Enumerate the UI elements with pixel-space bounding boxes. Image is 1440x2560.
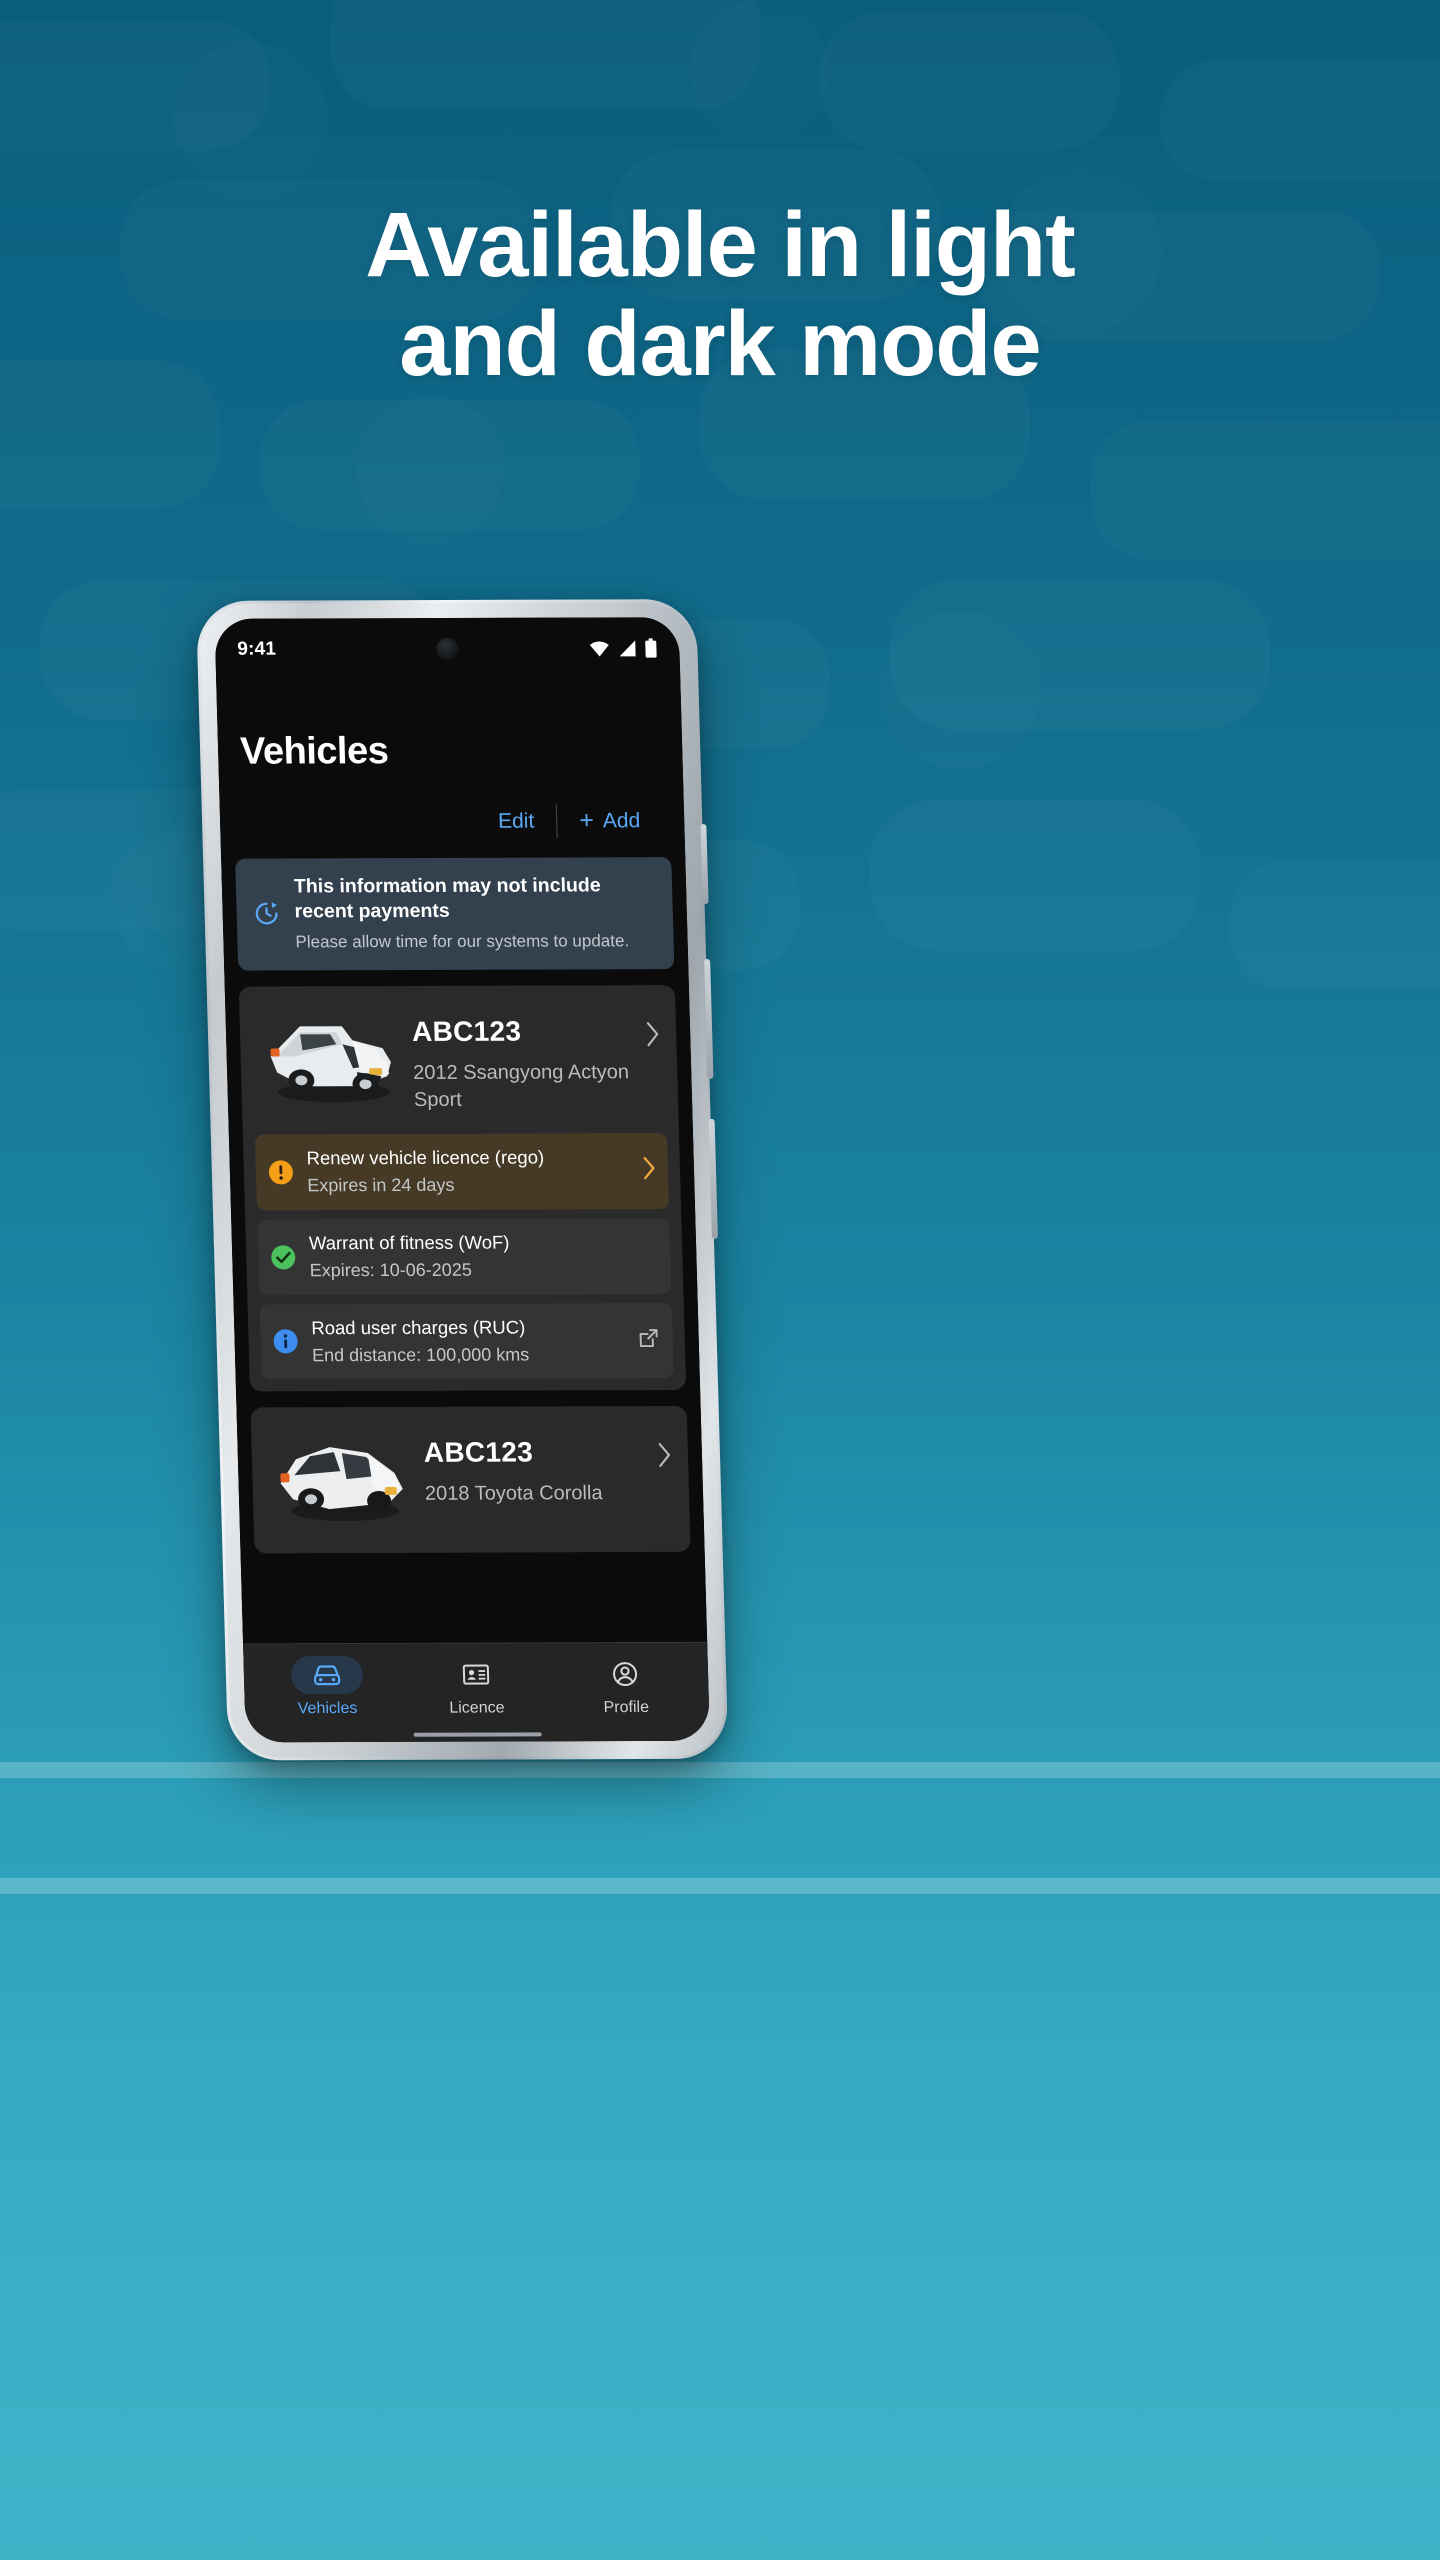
vehicle-card-header[interactable]: ABC123 2018 Toyota Corolla <box>263 1418 679 1541</box>
status-row-subtitle: Expires: 10-06-2025 <box>309 1259 473 1281</box>
vehicle-description: 2018 Toyota Corolla <box>424 1482 603 1506</box>
vehicle-description: 2012 Ssangyong Actyon Sport <box>412 1061 630 1111</box>
vehicle-card[interactable]: ABC123 2018 Toyota Corolla <box>250 1406 691 1554</box>
nav-label-vehicles: Vehicles <box>297 1699 358 1718</box>
nav-active-pill <box>290 1655 364 1695</box>
refresh-clock-icon <box>255 902 278 925</box>
chevron-right-icon[interactable] <box>643 1156 657 1185</box>
nav-item-licence[interactable]: Licence <box>401 1655 552 1717</box>
promo-headline: Available in light and dark mode <box>0 194 1440 396</box>
car-icon <box>313 1665 340 1686</box>
vehicle-plate: ABC123 <box>423 1436 534 1469</box>
status-row-ruc[interactable]: Road user charges (RUC) End distance: 10… <box>259 1302 674 1380</box>
nav-pill <box>439 1655 512 1693</box>
nav-label-profile: Profile <box>603 1698 650 1717</box>
add-button-label: Add <box>602 808 641 832</box>
bottom-navigation: Vehicles Licence Profile <box>243 1642 710 1725</box>
nav-item-vehicles[interactable]: Vehicles <box>251 1655 402 1718</box>
chevron-right-icon[interactable] <box>645 1003 660 1052</box>
nav-pill <box>589 1655 662 1693</box>
warning-exclamation-icon <box>268 1160 293 1185</box>
status-row-subtitle: Expires in 24 days <box>307 1174 455 1196</box>
banner-title: This information may not include recent … <box>293 874 601 923</box>
add-button[interactable]: + Add <box>557 802 663 839</box>
status-bar-time: 9:41 <box>236 638 277 660</box>
home-indicator[interactable] <box>413 1732 542 1737</box>
id-card-icon <box>462 1664 490 1685</box>
status-row-title: Renew vehicle licence (rego) <box>306 1146 545 1169</box>
banner-subtitle: Please allow time for our systems to upd… <box>295 931 630 952</box>
status-row-title: Road user charges (RUC) <box>310 1316 526 1338</box>
wifi-icon <box>589 641 609 657</box>
front-camera <box>436 637 459 661</box>
phone-screen: 9:41 Vehicles Edit + Add This informatio… <box>214 617 710 1743</box>
info-circle-icon <box>273 1329 298 1354</box>
status-row-title: Warrant of fitness (WoF) <box>308 1231 510 1254</box>
vehicle-card-header[interactable]: ABC123 2012 Ssangyong Actyon Sport <box>251 997 667 1125</box>
person-circle-icon <box>613 1662 638 1687</box>
status-row-rego[interactable]: Renew vehicle licence (rego) Expires in … <box>254 1133 670 1211</box>
check-circle-icon <box>271 1244 296 1269</box>
phone-mockup: 9:41 Vehicles Edit + Add This informatio… <box>195 599 729 1761</box>
page-title: Vehicles <box>239 730 389 773</box>
header-actions: Edit + Add <box>234 802 671 841</box>
edit-button[interactable]: Edit <box>476 803 557 839</box>
nav-item-profile[interactable]: Profile <box>550 1655 701 1717</box>
info-banner: This information may not include recent … <box>235 857 675 971</box>
nav-label-licence: Licence <box>449 1699 505 1717</box>
background-band-lower <box>0 1878 1440 1894</box>
battery-icon <box>645 638 657 658</box>
vehicle-plate: ABC123 <box>411 1015 522 1048</box>
background-band-upper <box>0 1762 1440 1778</box>
headline-line-1: Available in light <box>365 194 1076 296</box>
chevron-right-icon[interactable] <box>657 1424 672 1473</box>
headline-line-2: and dark mode <box>399 293 1041 396</box>
plus-icon: + <box>578 806 595 835</box>
white-hatchback-car-image <box>267 1425 420 1529</box>
app-content: Vehicles Edit + Add This information may… <box>215 667 708 1644</box>
vehicle-card[interactable]: ABC123 2012 Ssangyong Actyon Sport Renew… <box>238 985 687 1392</box>
status-row-subtitle: End distance: 100,000 kms <box>311 1344 530 1365</box>
external-link-icon[interactable] <box>636 1326 661 1355</box>
cellular-signal-icon <box>619 640 636 657</box>
white-pickup-truck-image <box>255 1004 408 1108</box>
status-row-wof[interactable]: Warrant of fitness (WoF) Expires: 10-06-… <box>257 1217 672 1295</box>
